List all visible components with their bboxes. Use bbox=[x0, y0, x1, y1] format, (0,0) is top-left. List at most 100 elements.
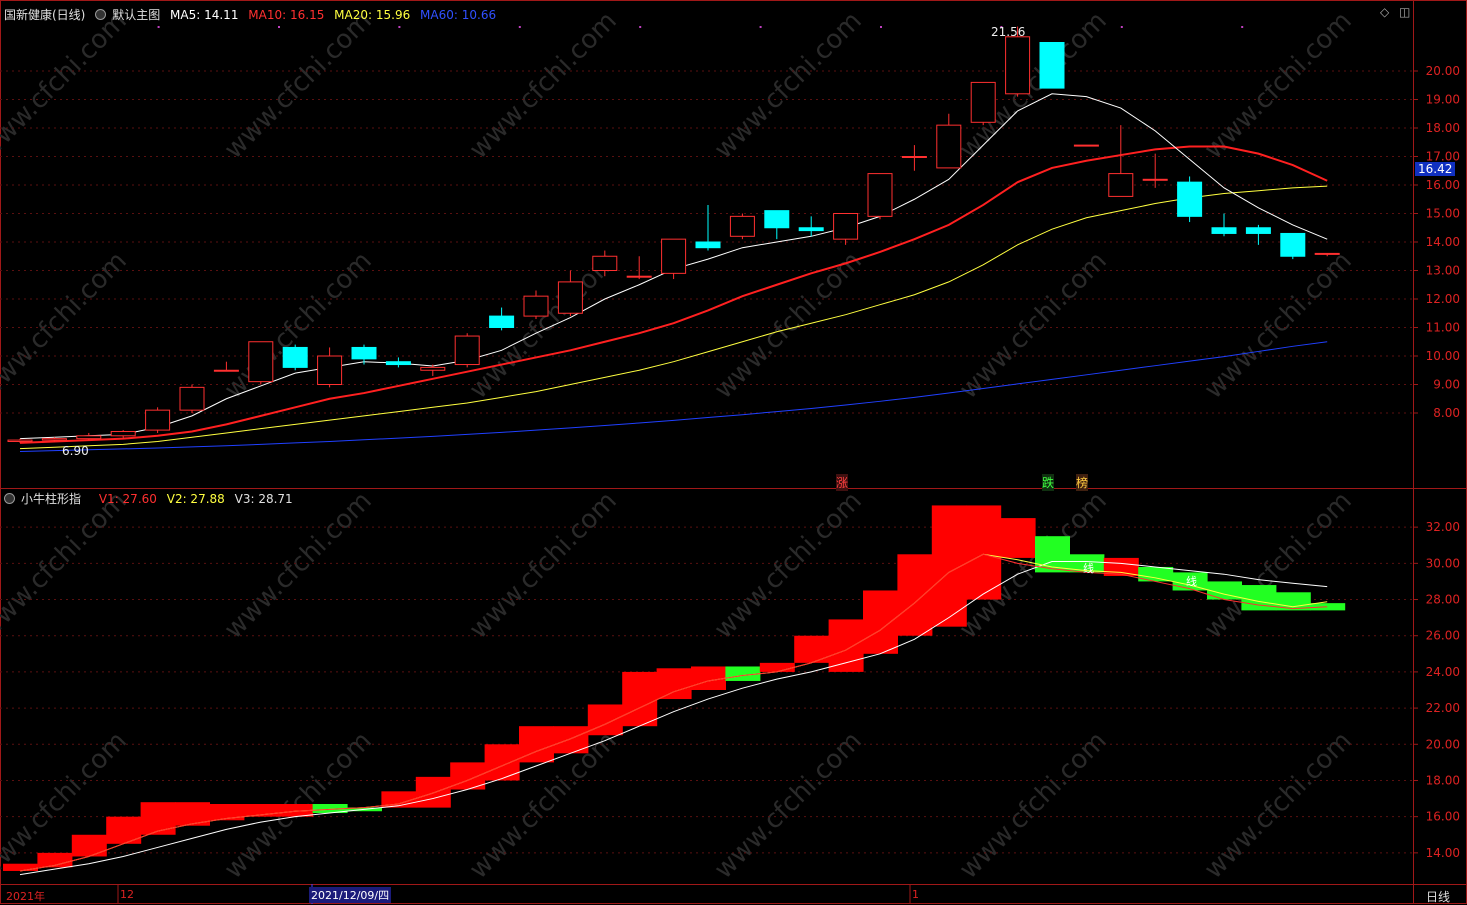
candle-body bbox=[317, 355, 343, 385]
main-y-tick-label: 16.00 bbox=[1426, 178, 1460, 192]
candle-body bbox=[248, 341, 274, 383]
top-dot-marker bbox=[518, 26, 521, 28]
watermark-text: www.cfchi.com bbox=[219, 6, 378, 165]
candle-body bbox=[557, 281, 583, 314]
top-dot-marker bbox=[398, 26, 401, 28]
signal-bar bbox=[691, 666, 726, 690]
xian-marker-1: 线 bbox=[1083, 562, 1094, 575]
main-y-tick-label: 11.00 bbox=[1426, 321, 1460, 335]
watermark-text: www.cfchi.com bbox=[0, 6, 133, 165]
main-legend: 国新健康(日线) 默认主图 MA5: 14.11 MA10: 16.15 MA2… bbox=[4, 6, 502, 23]
candle-body bbox=[385, 361, 411, 366]
x-label-year: 2021年 bbox=[6, 890, 45, 903]
candle-body bbox=[489, 315, 515, 329]
candle-body bbox=[729, 215, 755, 237]
watermark-text: www.cfchi.com bbox=[954, 246, 1113, 405]
v1-line bbox=[19, 553, 1328, 872]
candle-body bbox=[110, 431, 136, 437]
candle-body bbox=[1039, 42, 1065, 89]
diamond-icon[interactable]: ◇ bbox=[1380, 5, 1389, 19]
candle-body bbox=[145, 409, 171, 431]
signal-bar bbox=[71, 834, 107, 857]
candle-body bbox=[1245, 227, 1271, 234]
signal-bar bbox=[863, 590, 898, 654]
sub-y-tick-label: 18.00 bbox=[1426, 773, 1460, 787]
candle-body bbox=[420, 366, 446, 371]
stock-title: 国新健康(日线) bbox=[4, 8, 86, 22]
die-marker: 跌 bbox=[1042, 474, 1055, 491]
crosshair-date: 2021/12/09/四 bbox=[309, 887, 392, 903]
candle-body bbox=[695, 241, 721, 249]
signal-bar bbox=[484, 744, 520, 781]
main-y-tick-label: 14.00 bbox=[1426, 235, 1460, 249]
watermark-text: www.cfchi.com bbox=[219, 486, 378, 645]
v1-label: V1: 27.60 bbox=[98, 492, 157, 506]
candle-body bbox=[213, 369, 239, 372]
signal-bar bbox=[622, 671, 658, 727]
sub-indicator-name[interactable]: 小牛柱形指 bbox=[21, 492, 81, 506]
main-y-tick-label: 9.00 bbox=[1433, 378, 1460, 392]
candle-body bbox=[901, 156, 927, 158]
main-y-tick-label: 8.00 bbox=[1433, 406, 1460, 420]
v2-line bbox=[19, 553, 1328, 872]
signal-bar bbox=[587, 704, 623, 736]
main-y-tick-label: 12.00 bbox=[1426, 292, 1460, 306]
signal-bar bbox=[209, 804, 245, 821]
candle-body bbox=[592, 255, 618, 271]
settings-circle-icon[interactable] bbox=[95, 9, 107, 20]
candle-body bbox=[351, 346, 377, 360]
candle-body bbox=[282, 346, 308, 368]
top-dot-marker bbox=[1241, 26, 1244, 28]
candle-body bbox=[1142, 178, 1168, 181]
signal-bar bbox=[415, 776, 451, 808]
candle-body bbox=[523, 295, 549, 317]
watermark-text: www.cfchi.com bbox=[464, 486, 623, 645]
sub-settings-circle-icon[interactable] bbox=[4, 493, 15, 504]
candle-body bbox=[626, 275, 652, 278]
bang-marker: 榜 bbox=[1076, 474, 1089, 491]
candle-body bbox=[1073, 144, 1099, 147]
v3-line bbox=[19, 561, 1328, 876]
ma60-label: MA60: 10.66 bbox=[420, 8, 497, 22]
main-y-tick-label: 19.00 bbox=[1426, 93, 1460, 107]
sub-legend: 小牛柱形指 V1: 27.60 V2: 27.88 V3: 28.71 bbox=[4, 490, 299, 507]
main-y-tick-label: 10.00 bbox=[1426, 349, 1460, 363]
top-dot-marker bbox=[1120, 26, 1123, 28]
signal-bar bbox=[656, 668, 692, 700]
candle-body bbox=[867, 173, 893, 217]
top-dot-marker bbox=[880, 26, 882, 28]
top-dot-marker bbox=[157, 26, 160, 28]
maximize-icon[interactable]: ◫ bbox=[1399, 5, 1410, 19]
main-y-tick-label: 20.00 bbox=[1426, 64, 1460, 78]
candle-body bbox=[833, 213, 859, 240]
watermark-text: www.cfchi.com bbox=[709, 6, 868, 165]
signal-bar bbox=[794, 635, 830, 663]
xian-marker-2: 线 bbox=[1186, 575, 1197, 588]
main-y-tick-label: 13.00 bbox=[1426, 264, 1460, 278]
candle-body bbox=[1280, 232, 1306, 257]
candle-body bbox=[76, 435, 102, 440]
ma60-line bbox=[19, 341, 1328, 452]
candle-body bbox=[454, 335, 480, 366]
watermark-text: www.cfchi.com bbox=[0, 486, 133, 645]
main-indicator-name[interactable]: 默认主图 bbox=[112, 8, 160, 22]
candle-body bbox=[764, 210, 790, 229]
signal-bar bbox=[1000, 518, 1036, 558]
ma10-label: MA10: 16.15 bbox=[248, 8, 325, 22]
zhang-marker: 涨 bbox=[836, 474, 849, 491]
v2-label: V2: 27.88 bbox=[166, 492, 225, 506]
top-dot-marker bbox=[759, 26, 762, 28]
stock-chart[interactable]: www.cfchi.com www.cfchi.com www.cfchi.com w… bbox=[0, 0, 1467, 904]
candle-body bbox=[41, 438, 67, 441]
watermark-text: www.cfchi.com bbox=[1199, 726, 1358, 885]
sub-y-tick-label: 30.00 bbox=[1426, 556, 1460, 570]
sub-y-tick-label: 16.00 bbox=[1426, 810, 1460, 824]
top-dot-marker bbox=[639, 26, 642, 28]
sub-y-tick-label: 28.00 bbox=[1426, 593, 1460, 607]
watermark-text: www.cfchi.com bbox=[709, 246, 868, 405]
signal-bar bbox=[1310, 603, 1346, 611]
top-dot-marker bbox=[278, 26, 280, 28]
sub-y-tick-label: 32.00 bbox=[1426, 520, 1460, 534]
watermark-text: www.cfchi.com bbox=[1199, 486, 1358, 645]
period-label[interactable]: 日线 bbox=[1426, 888, 1450, 905]
